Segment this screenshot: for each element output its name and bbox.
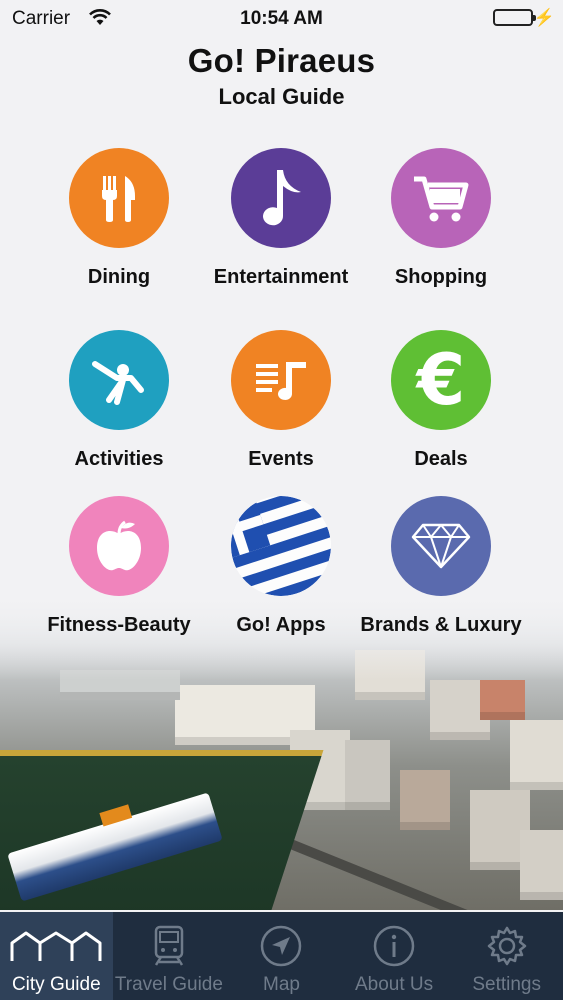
tab-label: About Us: [355, 974, 434, 995]
category-label: Activities: [74, 448, 164, 470]
info-icon: [338, 924, 451, 968]
status-bar: Carrier 10:54 AM ⚡: [0, 0, 563, 38]
category-label: Fitness-Beauty: [47, 614, 191, 636]
clock: 10:54 AM: [240, 8, 323, 29]
greek-flag-icon: [231, 496, 331, 596]
city-photo-background: [0, 590, 563, 910]
category-fitness-beauty[interactable]: Fitness-Beauty: [34, 496, 204, 637]
category-activities[interactable]: Activities: [34, 330, 204, 471]
tab-about-us[interactable]: About Us: [338, 912, 451, 1000]
navigation-arrow-icon: [225, 924, 338, 968]
fork-knife-icon: [69, 148, 169, 248]
apple-icon: [69, 496, 169, 596]
category-dining[interactable]: Dining: [34, 148, 204, 289]
tab-label: Travel Guide: [114, 974, 223, 995]
battery-icon: [493, 9, 536, 26]
charging-bolt-icon: ⚡: [533, 8, 555, 27]
train-icon: [113, 924, 226, 968]
category-label: Dining: [87, 266, 151, 288]
category-label: Deals: [414, 448, 468, 470]
category-label: Events: [248, 448, 314, 470]
category-go-apps[interactable]: Go! Apps: [196, 496, 366, 637]
category-events[interactable]: Events: [196, 330, 366, 471]
category-entertainment[interactable]: Entertainment: [196, 148, 366, 289]
app-subtitle: Local Guide: [218, 84, 345, 109]
euro-icon: €: [391, 330, 491, 430]
category-deals[interactable]: € Deals: [356, 330, 526, 471]
city-skyline-icon: [0, 924, 113, 968]
category-label: Go! Apps: [236, 614, 326, 636]
category-label: Brands & Luxury: [360, 614, 522, 636]
category-shopping[interactable]: Shopping: [356, 148, 526, 289]
tab-label: City Guide: [11, 974, 101, 995]
shopping-cart-icon: [391, 148, 491, 248]
music-note-icon: [231, 148, 331, 248]
tab-bar: City Guide Travel Guide Map About Us Set…: [0, 912, 563, 1000]
category-label: Entertainment: [213, 266, 349, 288]
category-label: Shopping: [394, 266, 488, 288]
gear-icon: [450, 924, 563, 968]
app-title: Go! Piraeus: [187, 42, 376, 79]
tab-map[interactable]: Map: [225, 912, 338, 1000]
tab-label: Map: [263, 974, 300, 995]
stretching-person-icon: [69, 330, 169, 430]
tab-travel-guide[interactable]: Travel Guide: [113, 912, 226, 1000]
tab-city-guide[interactable]: City Guide: [0, 912, 113, 1000]
tab-settings[interactable]: Settings: [450, 912, 563, 1000]
category-brands-luxury[interactable]: Brands & Luxury: [356, 496, 526, 637]
music-list-icon: [231, 330, 331, 430]
tab-label: Settings: [472, 974, 541, 995]
diamond-icon: [391, 496, 491, 596]
